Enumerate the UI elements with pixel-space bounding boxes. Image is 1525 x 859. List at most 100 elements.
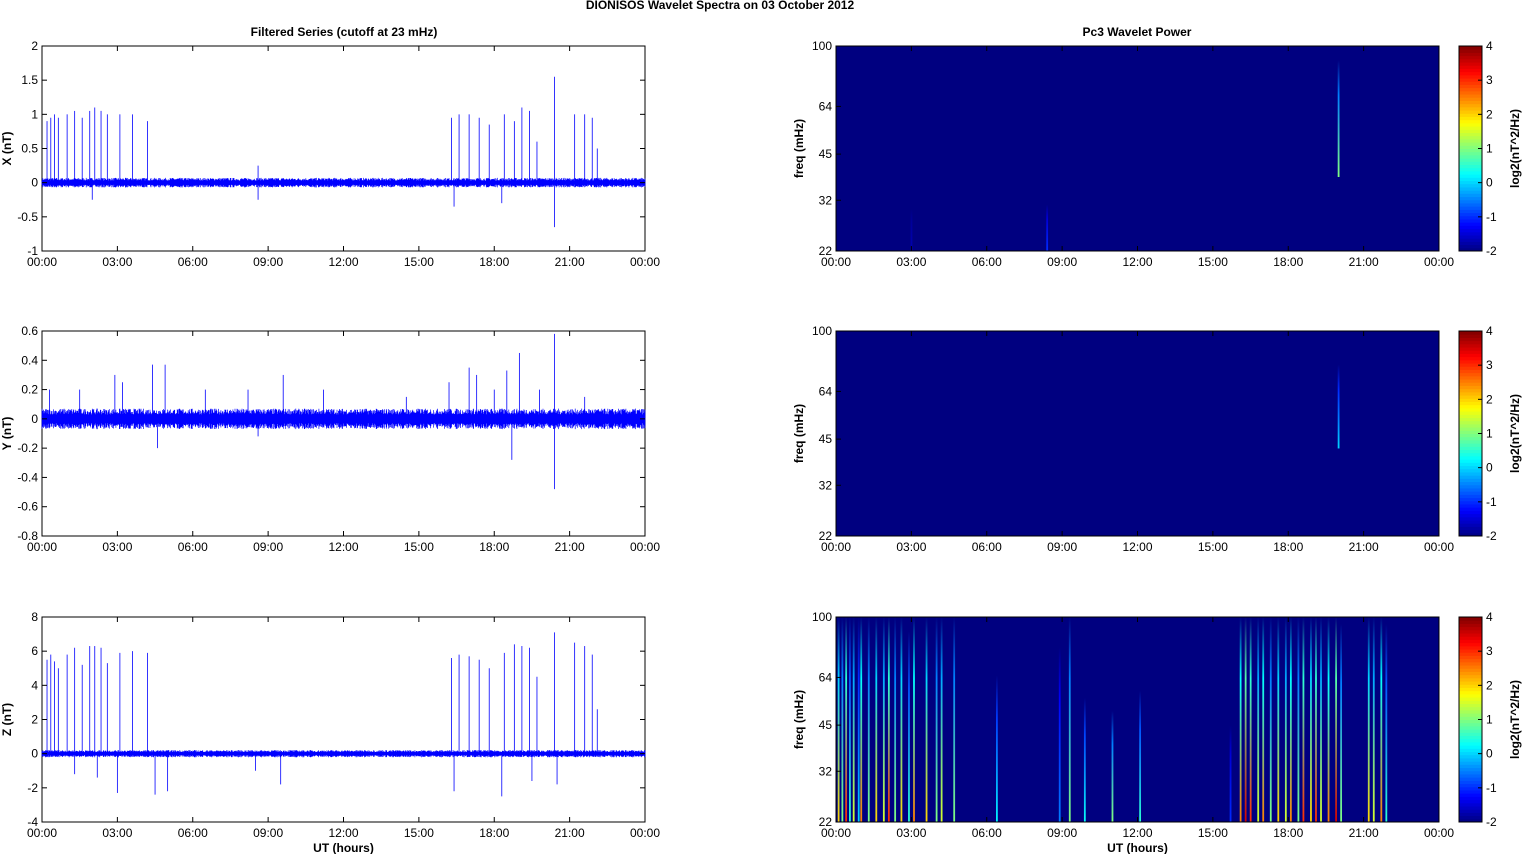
colorbar-segment (1459, 452, 1482, 457)
colorbar-segment (1459, 244, 1482, 249)
y-tick-label: 0.6 (21, 324, 38, 338)
colorbar-tick-label: -2 (1486, 529, 1497, 543)
colorbar-segment (1459, 103, 1482, 108)
colorbar-segment (1459, 343, 1482, 348)
colorbar-tick-label: 4 (1486, 324, 1493, 338)
x-tick-label: 00:00 (1424, 540, 1454, 554)
colorbar-segment (1459, 74, 1482, 79)
power-streak (1372, 617, 1375, 822)
wavelet-panel-y: 10064453222freq (mHz)00:00 03:00 06:00 09:0… (792, 324, 1522, 554)
colorbar-segment (1459, 106, 1482, 111)
x-tick-label: 00:00 (1424, 255, 1454, 269)
y-tick-label: 0 (31, 747, 38, 761)
colorbar-segment (1459, 681, 1482, 685)
colorbar-segment (1459, 770, 1482, 775)
colorbar-tick-label: -1 (1486, 495, 1497, 509)
colorbar-segment (1459, 411, 1482, 415)
colorbar-segment (1459, 626, 1482, 631)
colorbar-segment (1459, 212, 1482, 217)
colorbar-segment (1459, 241, 1482, 246)
colorbar-segment (1459, 780, 1482, 785)
y-tick-label: 100 (812, 610, 832, 624)
time-series-panel-y: 0.60.40.20-0.2-0.4-0.6-0.8Y (nT)00:00 03:… (0, 324, 660, 554)
y-tick-label: 0.4 (21, 353, 38, 367)
colorbar-tick-label: 4 (1486, 39, 1493, 53)
x-tick-label: 00:00 (821, 255, 851, 269)
x-tick-label: 06:00 (178, 540, 208, 554)
colorbar-segment (1459, 446, 1482, 451)
x-tick-label: 00:00 (27, 255, 57, 269)
power-streak (845, 617, 848, 822)
colorbar-tick-label: 1 (1486, 142, 1493, 156)
colorbar-segment (1459, 379, 1482, 383)
colorbar-segment (1459, 674, 1482, 679)
power-streak (1277, 617, 1280, 822)
y-tick-label: 32 (819, 193, 833, 207)
colorbar-segment (1459, 719, 1482, 724)
y-tick-label: -0.2 (17, 441, 38, 455)
colorbar-segment (1459, 812, 1482, 817)
colorbar-segment (1459, 135, 1482, 140)
x-tick-label: 06:00 (178, 826, 208, 840)
power-streak (1244, 617, 1247, 822)
x-axis-label: UT (hours) (1107, 841, 1168, 854)
colorbar-tick-label: 0 (1486, 461, 1493, 475)
colorbar-segment (1459, 764, 1482, 769)
colorbar-segment (1459, 395, 1482, 399)
colorbar-segment (1459, 439, 1482, 444)
colorbar-segment (1459, 209, 1482, 214)
colorbar-segment (1459, 55, 1482, 60)
colorbar-segment (1459, 639, 1482, 644)
colorbar-segment (1459, 206, 1482, 210)
colorbar-segment (1459, 202, 1482, 207)
colorbar-segment (1459, 459, 1482, 463)
power-streak (1302, 617, 1305, 822)
colorbar-segment (1459, 225, 1482, 230)
x-tick-label: 09:00 (253, 255, 283, 269)
figure: DIONISOS Wavelet Spectra on 03 October 2… (0, 0, 1522, 855)
power-streak (1367, 617, 1370, 822)
y-tick-label: 4 (31, 678, 38, 692)
left-column-title: Filtered Series (cutoff at 23 mHz) (251, 25, 438, 39)
x-tick-label: 06:00 (972, 255, 1002, 269)
colorbar-segment (1459, 385, 1482, 390)
x-tick-label: 03:00 (102, 540, 132, 554)
colorbar-segment (1459, 623, 1482, 628)
power-streak (1262, 617, 1265, 822)
colorbar-segment (1459, 491, 1482, 495)
x-tick-label: 00:00 (821, 826, 851, 840)
colorbar-tick-label: -1 (1486, 781, 1497, 795)
colorbar-segment (1459, 375, 1482, 380)
x-axis-label: UT (hours) (313, 841, 374, 854)
y-tick-label: 45 (819, 718, 833, 732)
colorbar-segment (1459, 167, 1482, 172)
power-streak (940, 617, 943, 822)
x-tick-label: 03:00 (896, 540, 926, 554)
colorbar-tick-label: 0 (1486, 176, 1493, 190)
power-streak (1335, 617, 1337, 822)
power-streak (882, 617, 885, 822)
colorbar-segment (1459, 617, 1482, 621)
power-streak (841, 617, 844, 822)
y-tick-label: 0.5 (21, 142, 38, 156)
y-axis-label: freq (mHz) (792, 404, 806, 463)
colorbar-tick-label: 2 (1486, 678, 1493, 692)
colorbar-segment (1459, 693, 1482, 698)
x-tick-label: 12:00 (328, 826, 358, 840)
x-tick-label: 15:00 (404, 255, 434, 269)
power-streak (953, 617, 956, 822)
colorbar-tick-label: 3 (1486, 644, 1493, 658)
power-streak (910, 209, 913, 251)
colorbar-segment (1459, 443, 1482, 447)
x-tick-label: 15:00 (1198, 826, 1228, 840)
power-streak (1269, 617, 1272, 822)
colorbar-segment (1459, 757, 1482, 762)
colorbar-segment (1459, 193, 1482, 198)
y-tick-label: 2 (31, 713, 38, 727)
x-tick-label: 12:00 (1122, 826, 1152, 840)
x-tick-label: 00:00 (630, 826, 660, 840)
colorbar-tick-label: 3 (1486, 73, 1493, 87)
x-tick-label: 15:00 (404, 826, 434, 840)
colorbar-segment (1459, 745, 1482, 749)
x-tick-label: 09:00 (1047, 255, 1077, 269)
